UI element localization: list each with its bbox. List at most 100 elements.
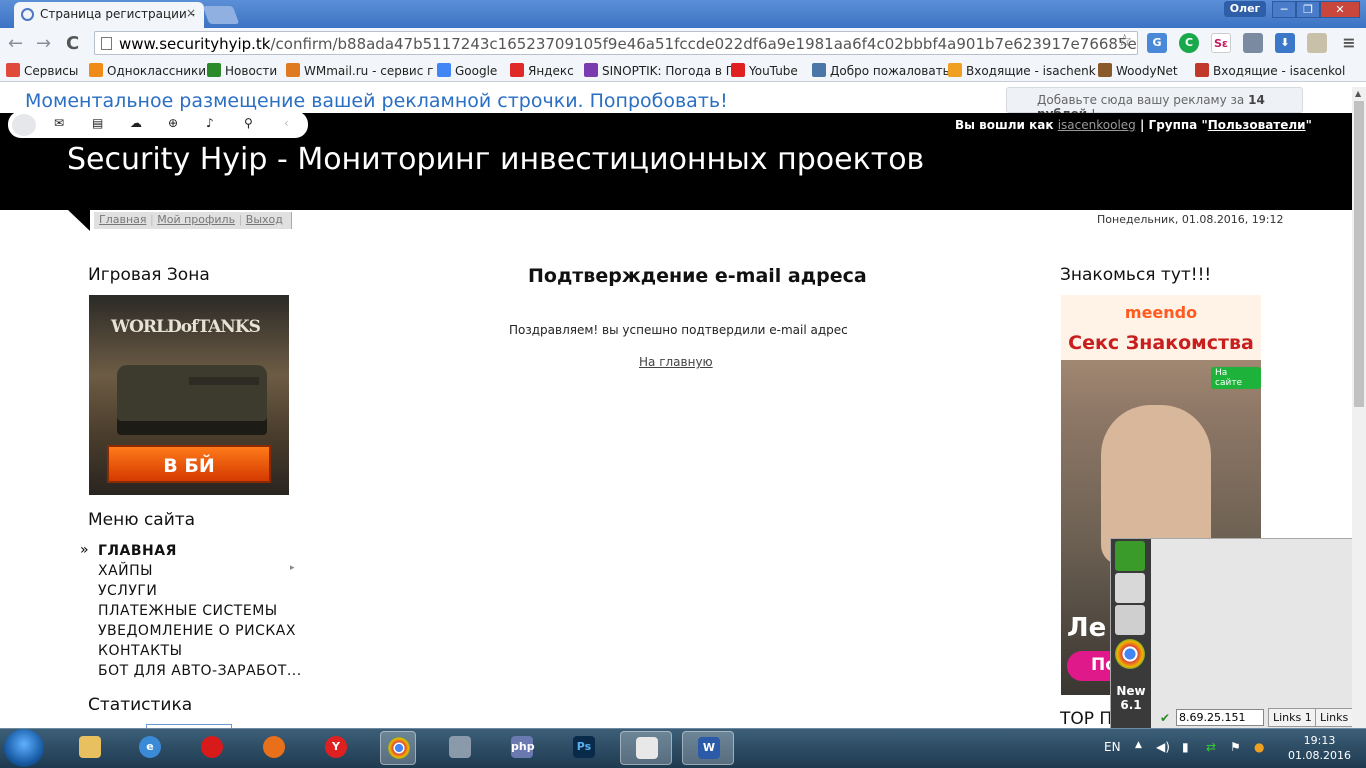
taskbar-photoshop[interactable]: Ps <box>566 731 602 765</box>
menu-item-home[interactable]: ГЛАВНАЯ <box>98 543 177 559</box>
notes-icon[interactable]: ▤ <box>92 116 103 130</box>
bookmark-item[interactable]: Входящие - isachenk <box>948 63 1096 78</box>
check-folder-icon[interactable] <box>1115 573 1145 603</box>
scroll-up-icon[interactable]: ▲ <box>1355 89 1361 98</box>
tray-expand-icon[interactable]: ▲ <box>1135 740 1142 750</box>
extension-se-icon[interactable]: Sε <box>1211 33 1231 53</box>
menu-item-contacts[interactable]: КОНТАКТЫ <box>98 643 182 659</box>
extension-palette-icon[interactable] <box>1243 33 1263 53</box>
bookmark-favicon-icon <box>510 63 524 77</box>
home-link[interactable]: На главную <box>639 355 713 369</box>
search-icon[interactable]: ⚲ <box>244 116 253 130</box>
ip-field[interactable]: 8.69.25.151 <box>1176 709 1264 726</box>
new-tab-button[interactable] <box>202 6 240 24</box>
profile-button[interactable]: Олег <box>1224 1 1266 17</box>
ad-offer[interactable]: Добавьте сюда вашу рекламу за 14 рублей … <box>1006 87 1303 121</box>
back-button[interactable]: ← <box>8 33 23 54</box>
bookmark-item[interactable]: Google <box>437 63 497 78</box>
download-extension-icon[interactable]: ⬇ <box>1275 33 1295 53</box>
links1-button[interactable]: Links 1 <box>1268 708 1317 727</box>
username-link[interactable]: isacenkooleg <box>1058 118 1136 132</box>
close-window-button[interactable]: ✕ <box>1320 1 1360 18</box>
bookmark-item[interactable]: WoodyNet <box>1098 63 1178 78</box>
crumb-profile[interactable]: Мой профиль <box>157 213 235 226</box>
bookmark-item[interactable]: WMmail.ru - сервис г <box>286 63 433 78</box>
bookmark-item[interactable]: Сервисы <box>6 63 78 78</box>
maximize-button[interactable]: ❐ <box>1296 1 1320 18</box>
network-icon[interactable]: ⇄ <box>1206 740 1216 754</box>
taskbar-calculator[interactable] <box>442 731 478 765</box>
bookmark-label: Входящие - isacenkol <box>1213 64 1346 78</box>
start-button[interactable] <box>4 729 44 767</box>
bookmark-favicon-icon <box>437 63 451 77</box>
menu-item-risks[interactable]: УВЕДОМЛЕНИЕ О РИСКАХ <box>98 623 296 639</box>
bookmark-item[interactable]: Добро пожаловать <box>812 63 950 78</box>
scroll-thumb[interactable] <box>1354 101 1364 407</box>
language-indicator[interactable]: EN <box>1104 740 1121 754</box>
mail-icon[interactable]: ✉ <box>54 116 64 130</box>
bell-icon[interactable]: ♪ <box>206 116 214 130</box>
taskbar-yandex[interactable]: Y <box>318 731 354 765</box>
bookmark-item[interactable]: Яндекс <box>510 63 574 78</box>
tank-gun <box>189 377 259 385</box>
tab-active[interactable]: Страница регистрации - × <box>14 2 204 28</box>
bookmark-item[interactable]: YouTube <box>731 63 798 78</box>
chat-icon[interactable]: ☁ <box>130 116 142 130</box>
menu-item-services[interactable]: УСЛУГИ <box>98 583 157 599</box>
chrome-icon[interactable] <box>1115 639 1145 669</box>
flag-icon[interactable]: ⚑ <box>1230 740 1241 754</box>
bookmark-star-icon[interactable]: ☆ <box>1117 31 1132 51</box>
bookmark-favicon-icon <box>207 63 221 77</box>
taskbar-word[interactable]: W <box>682 731 734 765</box>
extension-book-icon[interactable] <box>1307 33 1327 53</box>
bookmark-item[interactable]: SINOPTIK: Погода в Г <box>584 63 733 78</box>
forward-button[interactable]: → <box>36 33 51 54</box>
bookmark-label: Одноклассники <box>107 64 207 78</box>
taskbar-clock[interactable]: 19:13 01.08.2016 <box>1288 733 1351 763</box>
wot-play-button[interactable]: В БЙ <box>107 445 271 483</box>
wot-banner[interactable]: WORLDofTANKS В БЙ <box>89 295 289 495</box>
menu-item-bot[interactable]: БОТ ДЛЯ АВТО-ЗАРАБОТ... <box>98 663 302 679</box>
crumb-home[interactable]: Главная <box>99 213 147 226</box>
taskbar-php[interactable]: php <box>504 731 540 765</box>
tab-close-icon[interactable]: × <box>186 6 196 20</box>
taskbar-opera[interactable] <box>194 731 230 765</box>
bookmark-label: Яндекс <box>528 64 574 78</box>
menu-item-hyips[interactable]: ХАЙПЫ <box>98 563 153 579</box>
group-link[interactable]: Пользователи <box>1208 118 1306 132</box>
extension-c-icon[interactable]: C <box>1179 33 1199 53</box>
address-bar[interactable]: www.securityhyip.tk/confirm/b88ada47b511… <box>94 31 1138 55</box>
submenu-arrow-icon: ▸ <box>290 563 295 573</box>
tank-image <box>117 365 267 435</box>
taskbar-explorer[interactable] <box>72 731 108 765</box>
bookmark-item[interactable]: Входящие - isacenkol <box>1195 63 1345 78</box>
crumb-logout[interactable]: Выход <box>246 213 283 226</box>
taskbar-paint[interactable] <box>620 731 672 765</box>
bookmark-item[interactable]: Новости <box>207 63 277 78</box>
collapse-icon[interactable]: ‹ <box>284 116 289 130</box>
menu-icon[interactable]: ≡ <box>1339 33 1359 53</box>
volume-icon[interactable]: ◀) <box>1156 740 1170 754</box>
page-scrollbar[interactable]: ▲ <box>1352 87 1366 728</box>
app-tray-icon[interactable]: ● <box>1254 740 1264 754</box>
taskbar-ie[interactable]: e <box>132 731 168 765</box>
reload-button[interactable]: C <box>66 33 79 54</box>
layers-icon[interactable] <box>1115 605 1145 635</box>
bookmark-favicon-icon <box>948 63 962 77</box>
taskbar-chrome[interactable] <box>380 731 416 765</box>
add-icon[interactable]: ⊕ <box>168 116 178 130</box>
group-label: | Группа " <box>1139 118 1208 132</box>
taskbar-firefox[interactable] <box>256 731 292 765</box>
avatar[interactable] <box>12 114 36 136</box>
translate-extension-icon[interactable]: G <box>1147 33 1167 53</box>
bookmark-item[interactable]: Одноклассники <box>89 63 206 78</box>
bookmark-favicon-icon <box>812 63 826 77</box>
dating-headline: Секс Знакомства <box>1068 332 1254 354</box>
login-info: Вы вошли как isacenkooleg | Группа "Поль… <box>955 118 1312 132</box>
success-message: Поздравляем! вы успешно подтвердили e-ma… <box>509 323 848 337</box>
minimize-button[interactable]: ─ <box>1272 1 1296 18</box>
download-arrow-icon[interactable] <box>1115 541 1145 571</box>
menu-item-payments[interactable]: ПЛАТЕЖНЫЕ СИСТЕМЫ <box>98 603 278 619</box>
battery-icon[interactable]: ▮ <box>1182 740 1189 754</box>
ad-link[interactable]: Моментальное размещение вашей рекламной … <box>25 90 728 112</box>
